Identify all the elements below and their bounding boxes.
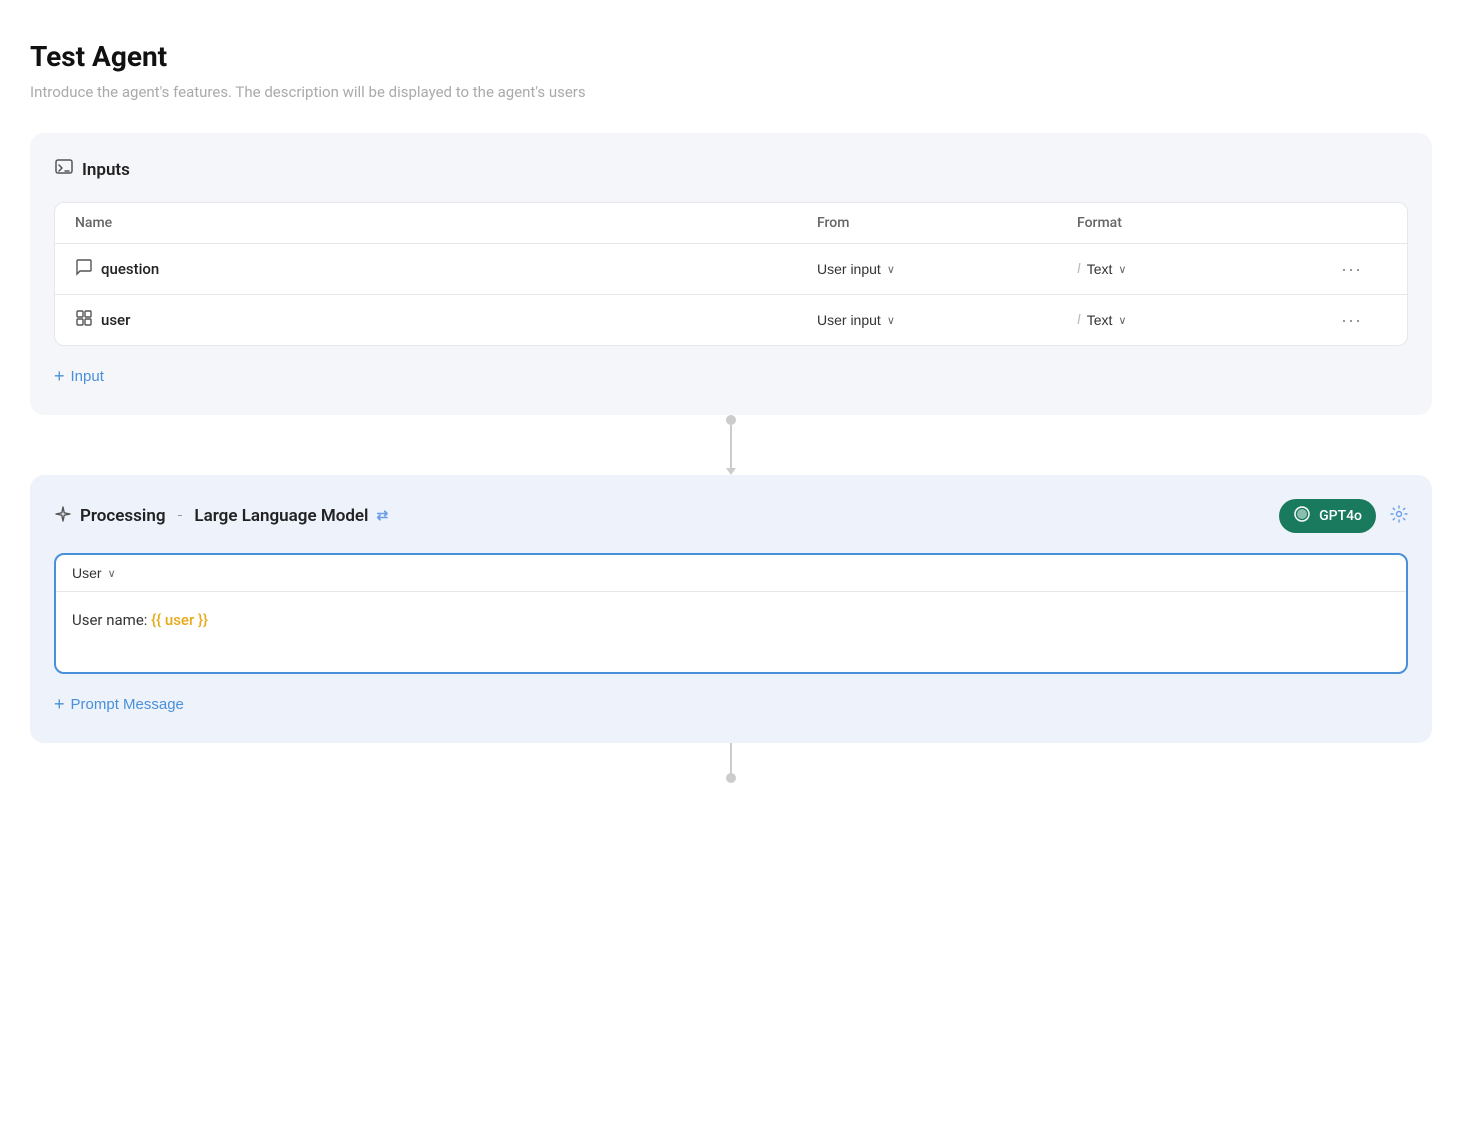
chevron-down-icon: ∨ (887, 314, 895, 327)
question-label: question (101, 260, 159, 278)
message-content[interactable]: User name: {{ user }} (56, 592, 1406, 672)
col-name: Name (75, 215, 817, 231)
user-from-dropdown[interactable]: User input ∨ (817, 312, 895, 328)
col-from: From (817, 215, 1077, 231)
chevron-down-icon: ∨ (887, 263, 895, 276)
question-more-cell[interactable]: ··· (1337, 259, 1387, 280)
connector-line (730, 425, 732, 468)
connector-arrow (726, 468, 736, 475)
col-format: Format (1077, 215, 1337, 231)
question-from-cell[interactable]: User input ∨ (817, 261, 1077, 277)
add-input-button[interactable]: + Input (54, 362, 104, 391)
row-name-question: question (75, 258, 817, 280)
role-label: User (72, 565, 102, 581)
processing-title: Processing - Large Language Model ⇄ (54, 505, 388, 528)
table-header: Name From Format (55, 203, 1407, 244)
page-title: Test Agent (30, 40, 1432, 73)
question-more-button[interactable]: ··· (1337, 259, 1366, 280)
message-role-bar: User ∨ (56, 555, 1406, 592)
plus-icon: + (54, 694, 65, 715)
bottom-connector-dot (726, 773, 736, 783)
connector-dot (726, 415, 736, 425)
message-box: User ∨ User name: {{ user }} (54, 553, 1408, 674)
role-dropdown[interactable]: User ∨ (72, 565, 116, 581)
user-icon (75, 309, 93, 331)
inputs-table: Name From Format question User input ∨ (54, 202, 1408, 346)
inputs-icon (54, 157, 74, 182)
processing-icon (54, 505, 72, 528)
table-row: user User input ∨ I Text ∨ ··· (55, 295, 1407, 345)
swap-icon[interactable]: ⇄ (376, 508, 388, 524)
processing-section: Processing - Large Language Model ⇄ GPT4… (30, 475, 1432, 743)
user-label: user (101, 311, 130, 329)
processing-header: Processing - Large Language Model ⇄ GPT4… (54, 499, 1408, 533)
template-variable: {{ user }} (151, 611, 208, 629)
bottom-connector-line (730, 743, 732, 773)
user-more-cell[interactable]: ··· (1337, 310, 1387, 331)
processing-label: Processing (80, 506, 166, 526)
model-settings-icon[interactable] (1390, 505, 1408, 527)
add-prompt-button[interactable]: + Prompt Message (54, 690, 184, 719)
text-cursor-icon: I (1077, 261, 1081, 277)
model-name: GPT4o (1319, 508, 1362, 524)
plus-icon: + (54, 366, 65, 387)
inputs-title: Inputs (82, 160, 130, 180)
page-subtitle: Introduce the agent's features. The desc… (30, 83, 1432, 101)
message-prefix: User name: (72, 611, 151, 629)
chevron-down-icon: ∨ (108, 567, 116, 580)
gpt-badge[interactable]: GPT4o (1279, 499, 1376, 533)
bottom-connector (30, 743, 1432, 783)
connector (30, 415, 1432, 475)
table-row: question User input ∨ I Text ∨ ··· (55, 244, 1407, 295)
chevron-down-icon: ∨ (1118, 314, 1126, 327)
dash-separator: - (178, 506, 183, 526)
user-format-dropdown[interactable]: Text ∨ (1087, 312, 1127, 328)
processing-subtitle: Large Language Model (194, 506, 368, 526)
user-from-cell[interactable]: User input ∨ (817, 312, 1077, 328)
question-format-cell[interactable]: I Text ∨ (1077, 261, 1337, 277)
question-format-dropdown[interactable]: Text ∨ (1087, 261, 1127, 277)
inputs-section: Inputs Name From Format question User (30, 133, 1432, 415)
user-more-button[interactable]: ··· (1337, 310, 1366, 331)
question-from-dropdown[interactable]: User input ∨ (817, 261, 895, 277)
row-name-user: user (75, 309, 817, 331)
question-icon (75, 258, 93, 280)
inputs-header: Inputs (54, 157, 1408, 182)
model-area: GPT4o (1279, 499, 1408, 533)
user-format-cell[interactable]: I Text ∨ (1077, 312, 1337, 328)
openai-icon (1293, 505, 1311, 527)
text-cursor-icon: I (1077, 312, 1081, 328)
chevron-down-icon: ∨ (1118, 263, 1126, 276)
